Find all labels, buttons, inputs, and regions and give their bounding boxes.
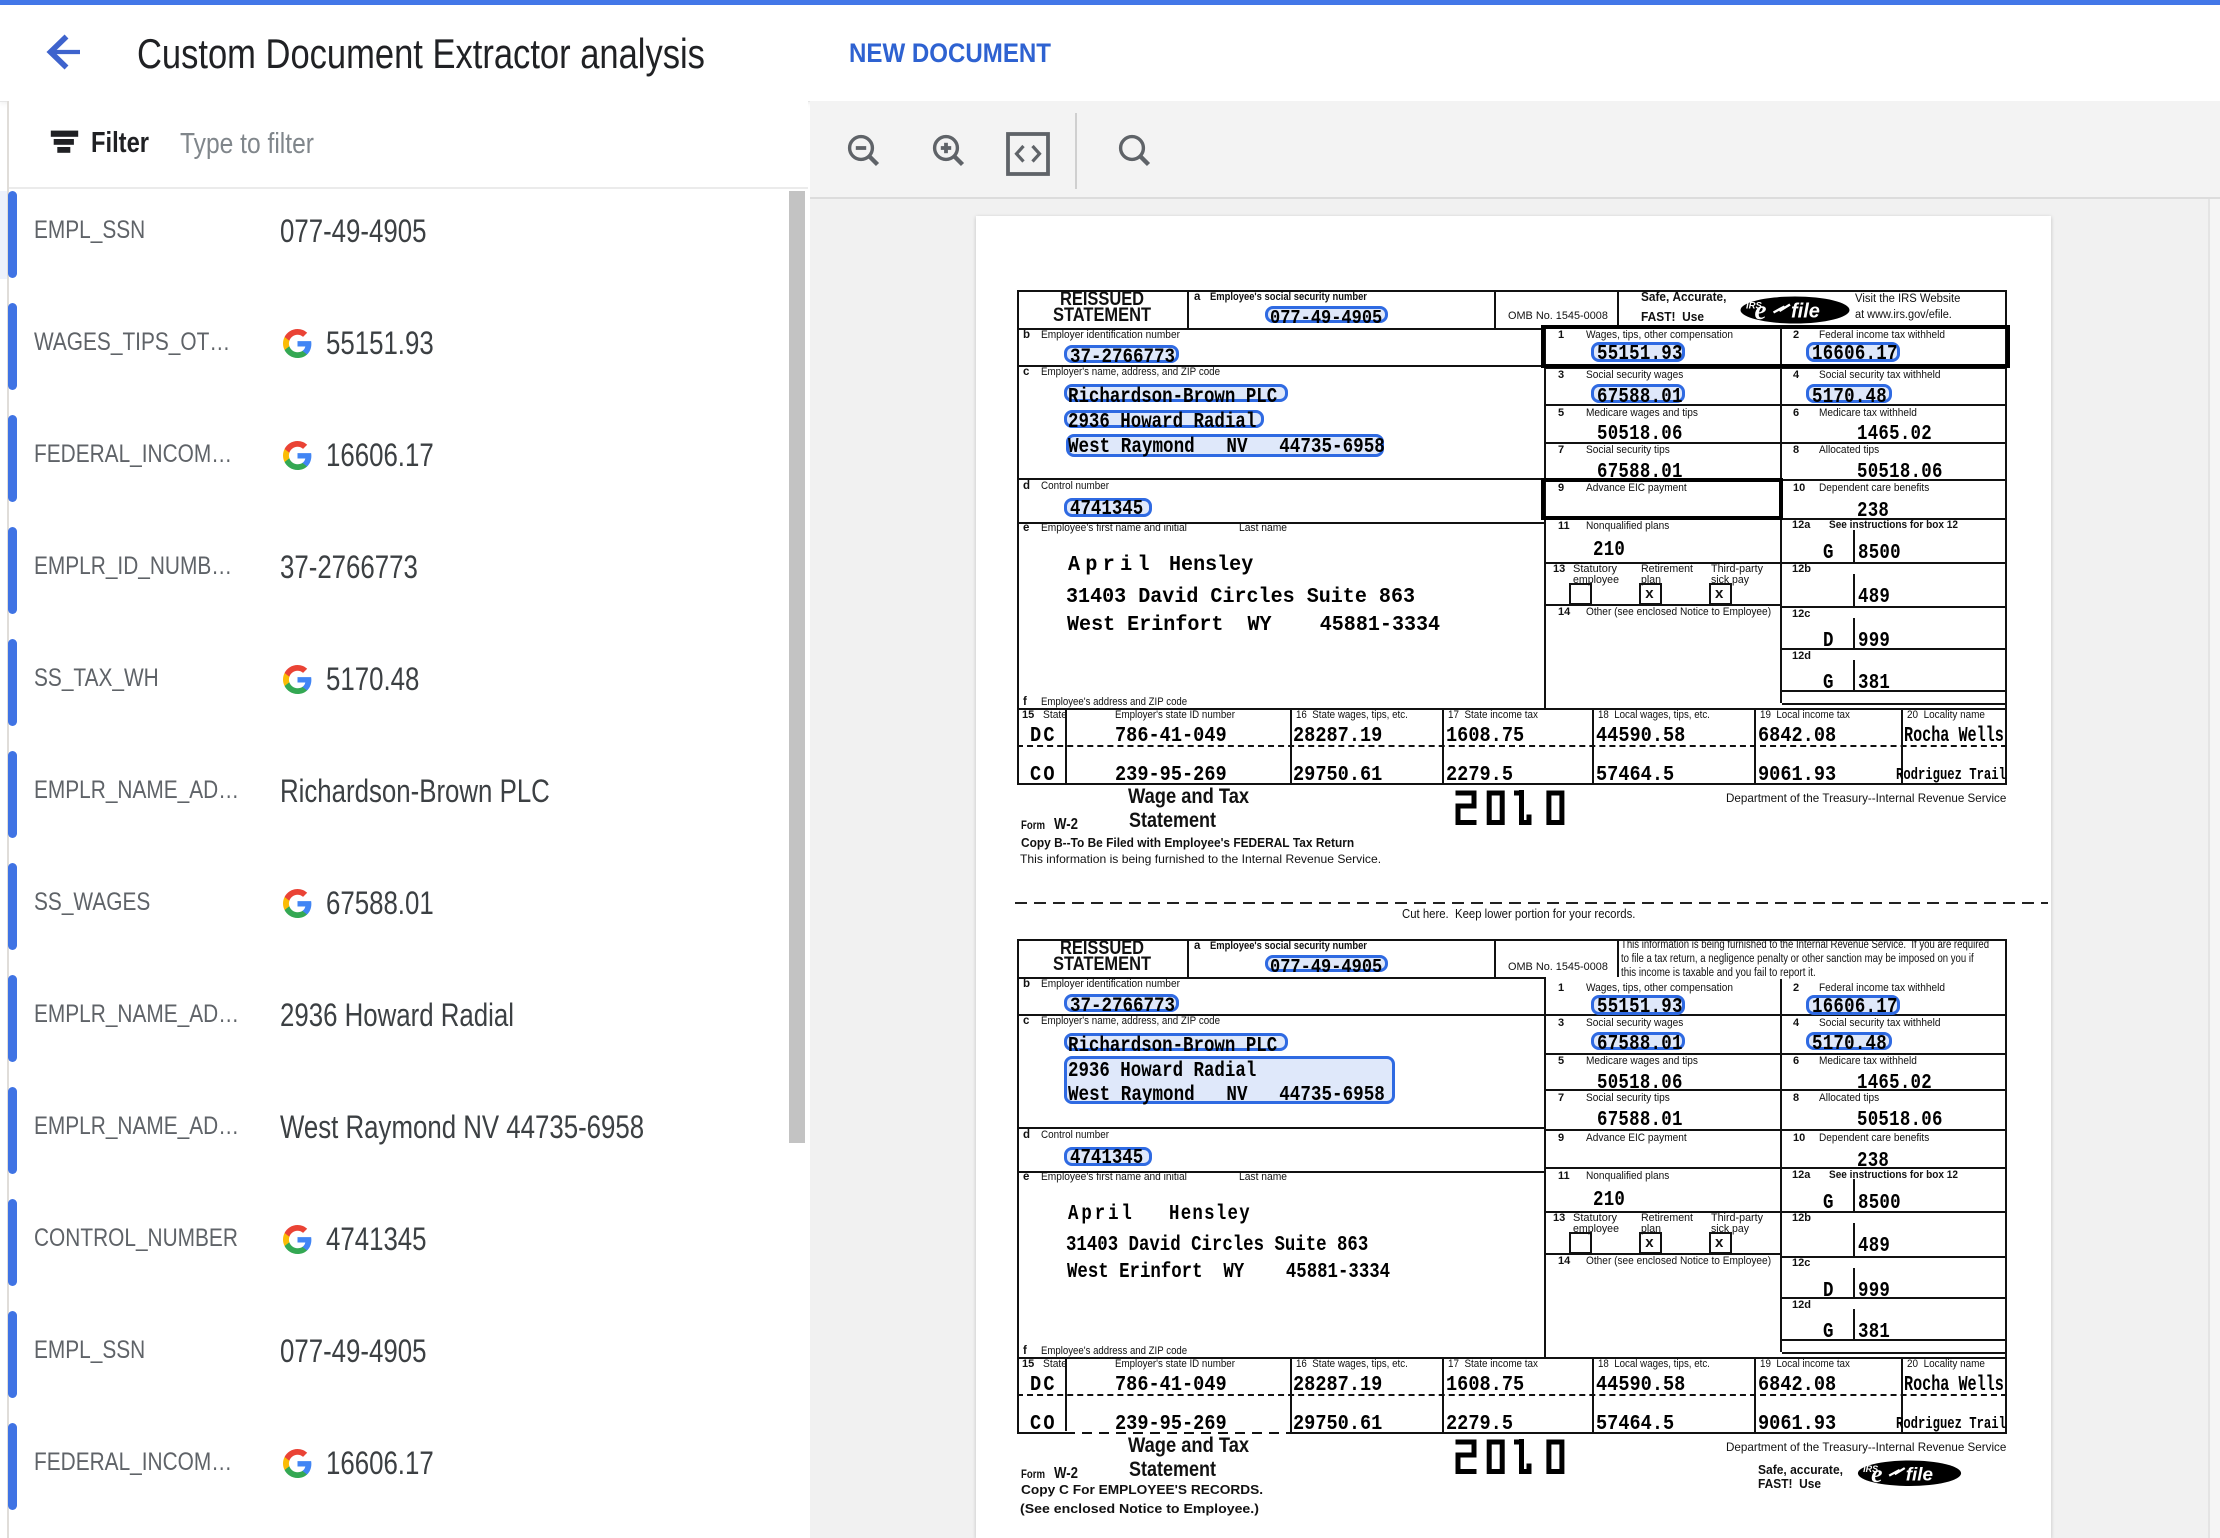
svg-text:e: e bbox=[1754, 296, 1766, 324]
svg-text:file: file bbox=[1906, 1465, 1933, 1486]
svg-text:file: file bbox=[1791, 301, 1820, 323]
svg-text:e: e bbox=[1872, 1460, 1883, 1487]
